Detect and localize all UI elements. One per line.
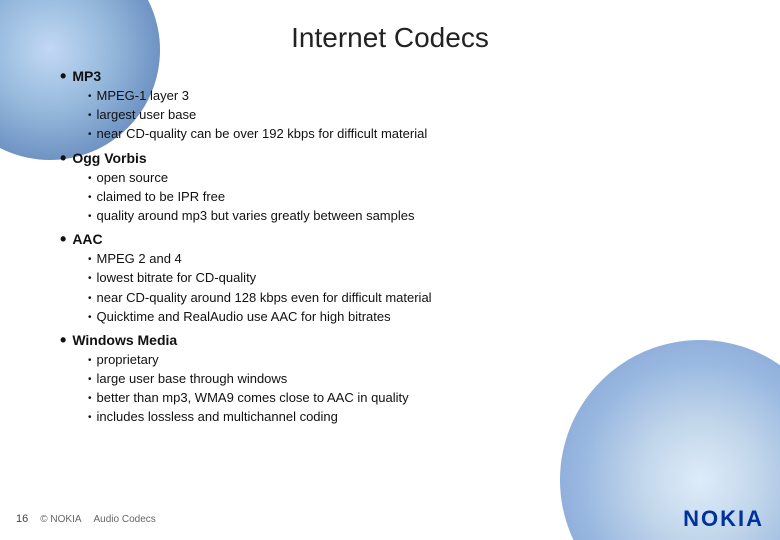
section-mp3-text: MP3 [72,68,101,84]
sub-item-text: better than mp3, WMA9 comes close to AAC… [97,389,409,407]
footer-section: Audio Codecs [94,514,156,525]
sub-item-text: Quicktime and RealAudio use AAC for high… [97,308,391,326]
nokia-logo-text: NOKIA [683,506,764,532]
sub-item-text: open source [97,169,169,187]
bullet-dot-aac: • [60,230,66,248]
slide-content: • MP3 • MPEG-1 layer 3 • largest user ba… [0,64,780,437]
sub-dot: • [88,311,92,325]
section-aac-label: • AAC [60,231,720,248]
page-number: 16 [16,513,28,525]
sub-dot: • [88,253,92,267]
sub-item-text: lowest bitrate for CD-quality [97,269,257,287]
bullet-dot-ogg: • [60,149,66,167]
list-item: • Quicktime and RealAudio use AAC for hi… [88,308,720,326]
sub-item-text: large user base through windows [97,370,288,388]
section-mp3-subitems: • MPEG-1 layer 3 • largest user base • n… [60,87,720,144]
list-item: • claimed to be IPR free [88,188,720,206]
section-ogg-subitems: • open source • claimed to be IPR free •… [60,169,720,226]
section-ogg-label: • Ogg Vorbis [60,150,720,167]
section-windows-media-label: • Windows Media [60,332,720,349]
sub-item-text: proprietary [97,351,159,369]
section-windows-media-text: Windows Media [72,332,177,348]
list-item: • MPEG 2 and 4 [88,250,720,268]
list-item: • lowest bitrate for CD-quality [88,269,720,287]
list-item: • near CD-quality can be over 192 kbps f… [88,125,720,143]
sub-dot: • [88,354,92,368]
list-item: • includes lossless and multichannel cod… [88,408,720,426]
slide-footer: 16 © NOKIA Audio Codecs NOKIA [0,506,780,532]
sub-dot: • [88,210,92,224]
nokia-logo: NOKIA [683,506,764,532]
slide: Internet Codecs • MP3 • MPEG-1 layer 3 •… [0,0,780,540]
footer-copyright: © NOKIA [40,514,81,525]
section-aac-subitems: • MPEG 2 and 4 • lowest bitrate for CD-q… [60,250,720,326]
sub-item-text: largest user base [97,106,197,124]
section-mp3-label: • MP3 [60,68,720,85]
list-item: • proprietary [88,351,720,369]
sub-item-text: MPEG-1 layer 3 [97,87,189,105]
sub-dot: • [88,272,92,286]
sub-dot: • [88,172,92,186]
sub-dot: • [88,90,92,104]
section-aac: • AAC • MPEG 2 and 4 • lowest bitrate fo… [60,231,720,326]
sub-dot: • [88,292,92,306]
sub-item-text: MPEG 2 and 4 [97,250,182,268]
sub-item-text: claimed to be IPR free [97,188,226,206]
sub-dot: • [88,109,92,123]
list-item: • quality around mp3 but varies greatly … [88,207,720,225]
sub-item-text: quality around mp3 but varies greatly be… [97,207,415,225]
list-item: • largest user base [88,106,720,124]
bullet-dot-windows: • [60,331,66,349]
sub-item-text: near CD-quality can be over 192 kbps for… [97,125,428,143]
section-windows-media: • Windows Media • proprietary • large us… [60,332,720,427]
sub-item-text: includes lossless and multichannel codin… [97,408,338,426]
list-item: • open source [88,169,720,187]
list-item: • better than mp3, WMA9 comes close to A… [88,389,720,407]
list-item: • large user base through windows [88,370,720,388]
sub-item-text: near CD-quality around 128 kbps even for… [97,289,432,307]
slide-title: Internet Codecs [0,0,780,64]
bullet-dot-mp3: • [60,67,66,85]
section-aac-text: AAC [72,231,102,247]
list-item: • near CD-quality around 128 kbps even f… [88,289,720,307]
sub-dot: • [88,411,92,425]
section-mp3: • MP3 • MPEG-1 layer 3 • largest user ba… [60,68,720,144]
sub-dot: • [88,128,92,142]
sub-dot: • [88,392,92,406]
sub-dot: • [88,373,92,387]
section-ogg-text: Ogg Vorbis [72,150,146,166]
footer-left: 16 © NOKIA Audio Codecs [16,513,156,525]
sub-dot: • [88,191,92,205]
list-item: • MPEG-1 layer 3 [88,87,720,105]
section-windows-media-subitems: • proprietary • large user base through … [60,351,720,427]
section-ogg: • Ogg Vorbis • open source • claimed to … [60,150,720,226]
